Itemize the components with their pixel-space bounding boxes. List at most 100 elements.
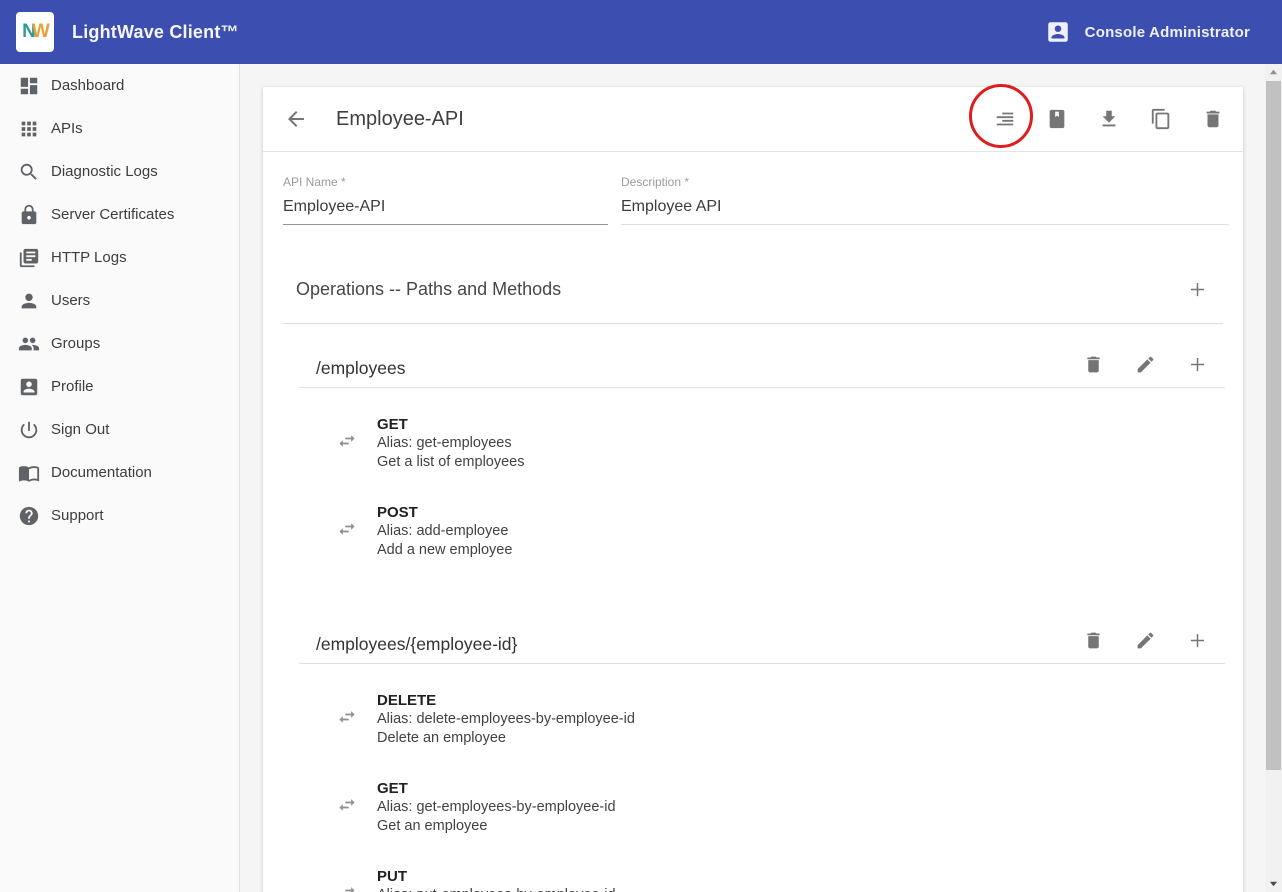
sidebar-item-http-logs[interactable]: HTTP Logs <box>0 236 239 279</box>
dictionary-button[interactable] <box>1045 107 1069 131</box>
plus-icon <box>1187 354 1208 375</box>
method-alias: Alias: add-employee <box>377 522 1243 541</box>
user-menu[interactable]: Console Administrator <box>1045 19 1268 45</box>
help-icon <box>17 504 41 528</box>
delete-path-button[interactable] <box>1081 629 1105 653</box>
sidebar-item-documentation[interactable]: Documentation <box>0 451 239 494</box>
download-button[interactable] <box>1097 107 1121 131</box>
delete-icon <box>1083 354 1104 375</box>
api-toolbar <box>993 107 1225 131</box>
method-name: PUT <box>377 867 1243 886</box>
method-row[interactable]: PUT Alias: put-employees-by-employee-id … <box>263 867 1243 892</box>
method-name: DELETE <box>377 691 1243 710</box>
app-title: LightWave Client™ <box>72 22 239 43</box>
edit-icon <box>1135 630 1156 651</box>
sidebar-item-sign-out[interactable]: Sign Out <box>0 408 239 451</box>
sidebar-item-label: Documentation <box>51 464 152 481</box>
bookmark-book-icon <box>1046 108 1068 130</box>
delete-icon <box>1202 108 1224 130</box>
vertical-scrollbar[interactable] <box>1265 64 1282 892</box>
sidebar-item-label: Profile <box>51 378 94 395</box>
method-name: GET <box>377 779 1243 798</box>
copy-button[interactable] <box>1149 107 1173 131</box>
add-method-button[interactable] <box>1185 353 1209 377</box>
sidebar-item-apis[interactable]: APIs <box>0 107 239 150</box>
download-icon <box>1098 108 1120 130</box>
path-group: /employees GET Alias: get-employees Get … <box>263 342 1243 600</box>
logo-letter-w: W <box>32 21 48 43</box>
method-alias: Alias: get-employees-by-employee-id <box>377 798 1243 817</box>
logs-icon <box>17 246 41 270</box>
method-description: Delete an employee <box>377 729 1243 748</box>
sidebar-item-support[interactable]: Support <box>0 494 239 537</box>
method-alias: Alias: get-employees <box>377 434 1243 453</box>
sidebar-item-dashboard[interactable]: Dashboard <box>0 64 239 107</box>
edit-path-button[interactable] <box>1133 629 1157 653</box>
plus-icon <box>1187 630 1208 651</box>
user-name: Console Administrator <box>1085 24 1250 41</box>
sidebar-nav: Dashboard APIs Diagnostic Logs Server Ce… <box>0 64 240 892</box>
api-name-field[interactable]: API Name * Employee-API <box>283 175 608 225</box>
method-alias: Alias: delete-employees-by-employee-id <box>377 710 1243 729</box>
api-name-label: API Name * <box>283 175 608 189</box>
account-box-icon <box>17 375 41 399</box>
edit-path-button[interactable] <box>1133 353 1157 377</box>
sidebar-item-profile[interactable]: Profile <box>0 365 239 408</box>
triangle-down-icon <box>1269 879 1278 888</box>
method-name: GET <box>377 415 1243 434</box>
scroll-down-arrow[interactable] <box>1265 875 1282 892</box>
sidebar-item-label: Users <box>51 292 90 309</box>
main-content: Employee-API <box>240 64 1265 892</box>
book-open-icon <box>17 461 41 485</box>
triangle-up-icon <box>1269 68 1278 77</box>
sidebar-item-server-certificates[interactable]: Server Certificates <box>0 193 239 236</box>
method-row[interactable]: POST Alias: add-employee Add a new emplo… <box>263 503 1243 560</box>
delete-icon <box>1083 630 1104 651</box>
sidebar-item-label: HTTP Logs <box>51 249 127 266</box>
path-title: /employees <box>299 358 406 379</box>
sidebar-item-label: APIs <box>51 120 83 137</box>
sidebar-item-label: Server Certificates <box>51 206 174 223</box>
delete-path-button[interactable] <box>1081 353 1105 377</box>
add-path-button[interactable] <box>1185 277 1209 301</box>
method-row[interactable]: GET Alias: get-employees Get a list of e… <box>263 415 1243 472</box>
edit-icon <box>1135 354 1156 375</box>
api-name-value[interactable]: Employee-API <box>283 198 608 225</box>
method-row[interactable]: GET Alias: get-employees-by-employee-id … <box>263 779 1243 836</box>
method-description: Get an employee <box>377 817 1243 836</box>
api-form: API Name * Employee-API Description * Em… <box>263 152 1243 225</box>
paths-list: /employees GET Alias: get-employees Get … <box>263 342 1243 892</box>
add-method-button[interactable] <box>1185 629 1209 653</box>
view-spec-button[interactable] <box>993 107 1017 131</box>
method-name: POST <box>377 503 1243 522</box>
sidebar-item-label: Diagnostic Logs <box>51 163 158 180</box>
people-icon <box>17 332 41 356</box>
align-right-icon <box>994 108 1016 130</box>
sidebar-item-diagnostic-logs[interactable]: Diagnostic Logs <box>0 150 239 193</box>
scroll-up-arrow[interactable] <box>1265 64 1282 81</box>
swap-arrows-icon <box>337 431 357 451</box>
scrollbar-thumb[interactable] <box>1266 81 1281 770</box>
back-button[interactable] <box>283 106 309 132</box>
description-value[interactable]: Employee API <box>621 198 1229 225</box>
sidebar-item-label: Sign Out <box>51 421 109 438</box>
lock-icon <box>17 203 41 227</box>
sidebar-item-groups[interactable]: Groups <box>0 322 239 365</box>
method-alias: Alias: put-employees-by-employee-id <box>377 886 1243 892</box>
page-title: Employee-API <box>336 108 464 131</box>
power-icon <box>17 418 41 442</box>
method-description: Add a new employee <box>377 541 1243 560</box>
swap-arrows-icon <box>337 519 357 539</box>
dashboard-icon <box>17 74 41 98</box>
copy-icon <box>1150 108 1172 130</box>
sidebar-item-users[interactable]: Users <box>0 279 239 322</box>
app-bar: N W LightWave Client™ Console Administra… <box>0 0 1282 64</box>
search-icon <box>17 160 41 184</box>
description-field[interactable]: Description * Employee API <box>621 175 1229 225</box>
sidebar-item-label: Support <box>51 507 104 524</box>
swap-arrows-icon <box>337 795 357 815</box>
api-detail-header: Employee-API <box>263 87 1243 152</box>
method-description: Get a list of employees <box>377 453 1243 472</box>
delete-api-button[interactable] <box>1201 107 1225 131</box>
method-row[interactable]: DELETE Alias: delete-employees-by-employ… <box>263 691 1243 748</box>
